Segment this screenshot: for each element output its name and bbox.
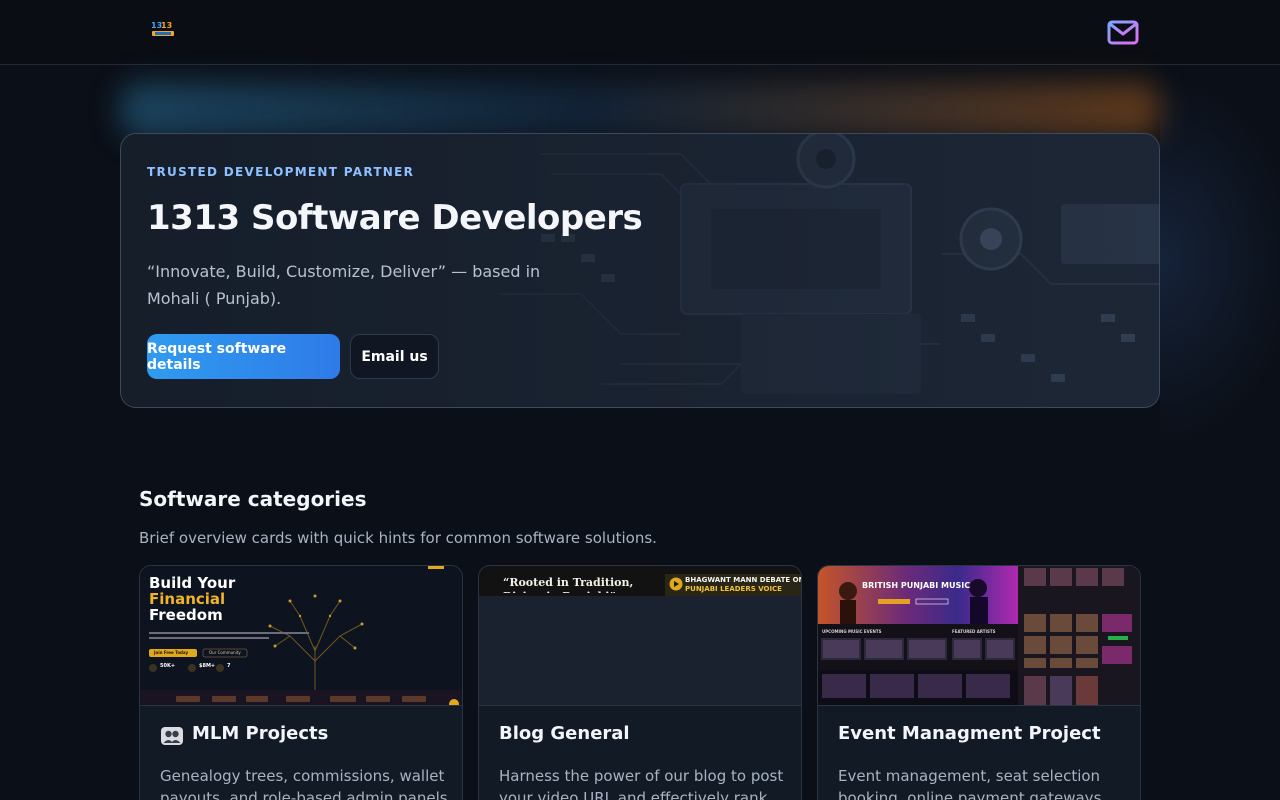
card-title-blog: Blog General [499,723,630,744]
mlm-headline-line-3: Freedom [149,606,223,624]
event-banner-title: BRITISH PUNJABI MUSIC [862,581,971,590]
mlm-preview-image: Build Your Financial Freedom Join Free T… [140,566,462,706]
section-description: Brief overview cards with quick hints fo… [139,529,657,547]
card-desc-mlm: Genealogy trees, commissions, wallet pay… [160,767,448,800]
hero-card: TRUSTED DEVELOPMENT PARTNER 1313 Softwar… [120,133,1160,408]
request-details-button[interactable]: Request software details [147,334,340,379]
card-desc-blog: Harness the power of our blog to post yo… [499,767,784,800]
email-us-button[interactable]: Email us [350,334,439,379]
card-desc-event: Event management, seat selection booking… [838,767,1107,800]
svg-text:13: 13 [161,21,172,30]
category-card-blog[interactable]: “Rooted in Tradition, Rising in Punjabi”… [478,565,802,800]
mlm-headline: Build Your Financial Freedom [149,575,235,623]
hero-eyebrow: TRUSTED DEVELOPMENT PARTNER [147,165,415,179]
category-card-mlm[interactable]: Build Your Financial Freedom Join Free T… [139,565,463,800]
blog-banner-line-1: BHAGWANT MANN DEBATE ON [685,576,801,584]
hero-glow [120,82,1160,138]
hero-title: 1313 Software Developers [147,198,643,238]
blog-video-thumb: BHAGWANT MANN DEBATE ON PUNJABI LEADERS … [665,574,801,596]
mlm-stat-paid: $8M+ [199,663,216,669]
mlm-cta-join: Join Free Today [154,650,189,655]
category-card-event[interactable]: BRITISH PUNJABI MUSIC UPCOMING MUSIC EVE… [817,565,1141,800]
mlm-stat-members: 50K+ [160,663,176,669]
event-artists-label: FEATURED ARTISTS [952,629,996,634]
hero-subtitle: “Innovate, Build, Customize, Deliver” — … [147,262,541,308]
people-icon [161,727,183,745]
side-glow [1160,70,1280,450]
section-title: Software categories [139,487,367,511]
brand-logo-icon[interactable]: 13 13 [149,18,177,40]
blog-banner-line-2: PUNJABI LEADERS VOICE [685,585,782,593]
card-title-mlm: MLM Projects [192,723,329,744]
event-preview-image: BRITISH PUNJABI MUSIC UPCOMING MUSIC EVE… [818,566,1140,706]
blog-preview-image: “Rooted in Tradition, Rising in Punjabi”… [479,566,801,706]
play-icon [669,577,683,591]
blog-quote: “Rooted in Tradition, Rising in Punjabi” [503,576,634,593]
mlm-stat-count: 7 [227,663,231,669]
mlm-cta-community: Our Community [209,650,241,655]
top-navbar: 13 13 [0,0,1280,65]
mlm-headline-line-2: Financial [149,590,226,608]
mlm-headline-line-1: Build Your [149,574,236,592]
envelope-icon[interactable] [1106,18,1140,48]
card-title-event: Event Managment Project [838,723,1101,744]
event-upcoming-label: UPCOMING MUSIC EVENTS [822,629,882,634]
